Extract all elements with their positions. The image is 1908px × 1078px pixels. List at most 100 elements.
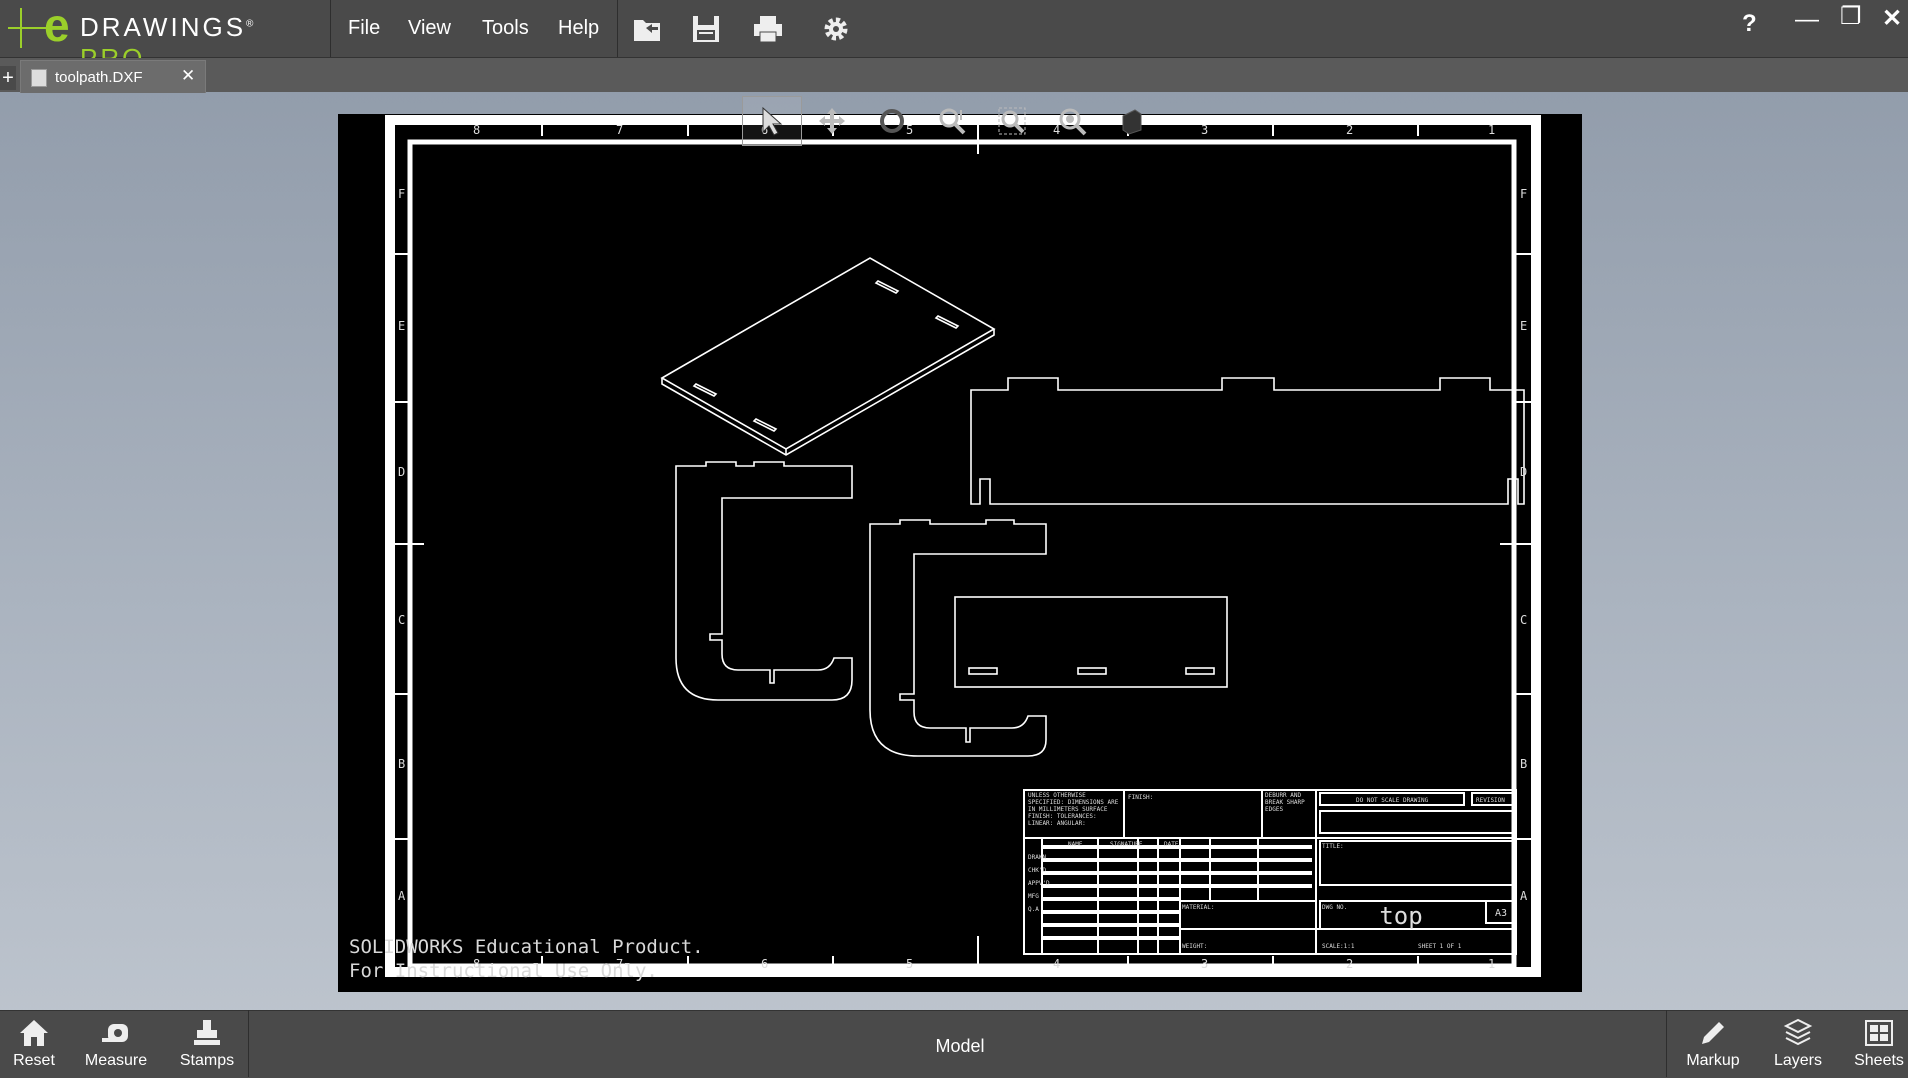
menu-tools[interactable]: Tools [482, 17, 529, 40]
zone-ticks [394, 124, 1532, 970]
zone-number-1: 1 [1488, 123, 1495, 137]
sheet-label: SHEET 1 OF 1 [1418, 943, 1462, 950]
measure-button[interactable]: Measure [84, 1010, 148, 1077]
close-window-button[interactable]: ✕ [1882, 4, 1902, 33]
zone-number-5-bottom: 5 [906, 957, 913, 971]
menu-view[interactable]: View [408, 17, 451, 40]
layers-icon [1783, 1018, 1813, 1046]
row-mfg: MFG [1028, 893, 1039, 900]
row-checked: CHK'D [1028, 867, 1046, 874]
layers-label: Layers [1773, 1052, 1823, 1069]
zone-number-6-bottom: 6 [761, 957, 768, 971]
logo-e: e [44, 0, 70, 51]
markup-label: Markup [1686, 1052, 1740, 1069]
slotted-panel [954, 596, 1228, 688]
finish-label: FINISH: [1128, 794, 1153, 801]
drawing-sheet[interactable]: 8 7 6 5 4 3 2 1 8 7 6 5 4 3 2 1 F E D C … [338, 114, 1582, 992]
measure-label: Measure [84, 1052, 148, 1069]
sheets-button[interactable]: Sheets [1852, 1010, 1906, 1077]
app-logo: e DRAWINGS® PRO [0, 0, 331, 73]
menu-file[interactable]: File [348, 17, 380, 40]
zone-letter-f: F [398, 187, 405, 201]
display-style-icon[interactable] [1102, 96, 1162, 146]
drawing-title: top [1379, 902, 1422, 930]
minimize-button[interactable]: — [1795, 6, 1819, 34]
zone-letter-d: D [398, 465, 405, 479]
pan-icon[interactable] [802, 96, 862, 146]
document-tab[interactable]: toolpath.DXF ✕ [20, 60, 206, 93]
row-qa: Q.A [1028, 906, 1039, 913]
isometric-plate [660, 257, 996, 456]
view-toolbar [742, 96, 1162, 148]
zone-letter-b: B [398, 757, 405, 771]
zoom-icon[interactable] [1042, 96, 1102, 146]
bottom-separator [248, 1010, 249, 1077]
watermark-line-2: For Instructional Use Only. [349, 960, 658, 982]
reset-button[interactable]: Reset [6, 1010, 62, 1077]
tab-strip [0, 58, 1908, 92]
zone-letter-c: C [398, 613, 405, 627]
layers-button[interactable]: Layers [1770, 1010, 1826, 1077]
logo-arrow [8, 27, 48, 29]
sheets-label: Sheets [1854, 1052, 1904, 1069]
zone-letter-f-right: F [1520, 187, 1527, 201]
zone-letter-e-right: E [1520, 319, 1527, 333]
zone-letter-a: A [398, 889, 406, 903]
c-bracket-right [869, 519, 1047, 757]
zone-letter-a-right: A [1520, 889, 1528, 903]
menu-help[interactable]: Help [558, 17, 599, 40]
row-drawn: DRAWN [1028, 854, 1046, 861]
tape-measure-icon [102, 1024, 128, 1042]
zoom-area-icon[interactable] [922, 96, 982, 146]
bottom-separator-right [1666, 1010, 1667, 1077]
home-icon [20, 1020, 48, 1046]
reset-label: Reset [13, 1052, 55, 1069]
material-label: MATERIAL: [1182, 904, 1215, 911]
print-icon[interactable] [748, 10, 788, 48]
help-button[interactable]: ? [1742, 10, 1757, 38]
zone-number-1-bottom: 1 [1488, 957, 1495, 971]
dwg-no-label: DWG NO. [1322, 904, 1347, 911]
do-not-scale-label: DO NOT SCALE DRAWING [1356, 797, 1429, 804]
save-icon[interactable] [686, 10, 726, 48]
header-signature: SIGNATURE [1110, 841, 1143, 848]
zone-letter-c-right: C [1520, 613, 1527, 627]
title-label: TITLE: [1322, 843, 1344, 850]
weight-label: WEIGHT: [1182, 943, 1207, 950]
restore-button[interactable]: ❐ [1840, 2, 1862, 31]
zone-number-2-bottom: 2 [1346, 957, 1353, 971]
markup-button[interactable]: Markup [1684, 1010, 1742, 1077]
zone-number-3: 3 [1201, 123, 1208, 137]
stamps-label: Stamps [179, 1052, 235, 1069]
zone-number-3-bottom: 3 [1201, 957, 1208, 971]
deburr-note: DEBURR AND BREAK SHARP EDGES [1265, 792, 1305, 813]
sheet-size: A3 [1495, 908, 1507, 919]
zone-labels: 8 7 6 5 4 3 2 1 8 7 6 5 4 3 2 1 F E D C … [398, 123, 1528, 971]
tab-filename: toolpath.DXF [55, 69, 143, 86]
stamp-icon [194, 1020, 220, 1045]
zone-number-7: 7 [616, 123, 623, 137]
logo-reg: ® [246, 18, 257, 30]
drawing-canvas: 8 7 6 5 4 3 2 1 8 7 6 5 4 3 2 1 F E D C … [385, 115, 1541, 977]
scale-label: SCALE:1:1 [1322, 943, 1355, 950]
tab-close-icon[interactable]: ✕ [181, 66, 195, 86]
top-toolbar: e DRAWINGS® PRO File View Tools Help ? —… [0, 0, 1908, 73]
tolerance-note: UNLESS OTHERWISE SPECIFIED: DIMENSIONS A… [1028, 792, 1119, 827]
revision-label: REVISION [1476, 797, 1505, 804]
open-file-icon[interactable] [628, 10, 668, 48]
new-tab-button[interactable]: + [0, 66, 16, 90]
document-file-icon [31, 69, 47, 87]
c-bracket-left [675, 461, 853, 701]
pencil-icon [1702, 1022, 1724, 1044]
zone-letter-b-right: B [1520, 757, 1527, 771]
select-arrow-icon[interactable] [742, 96, 802, 146]
long-side-panel [970, 377, 1525, 505]
watermark-line-1: SOLIDWORKS Educational Product. [349, 936, 704, 958]
zone-number-4-bottom: 4 [1053, 957, 1060, 971]
settings-gear-icon[interactable] [816, 10, 856, 48]
zoom-fit-icon[interactable] [982, 96, 1042, 146]
rotate-icon[interactable] [862, 96, 922, 146]
header-date: DATE [1164, 841, 1179, 848]
stamps-button[interactable]: Stamps [176, 1010, 238, 1077]
zone-letter-e: E [398, 319, 405, 333]
